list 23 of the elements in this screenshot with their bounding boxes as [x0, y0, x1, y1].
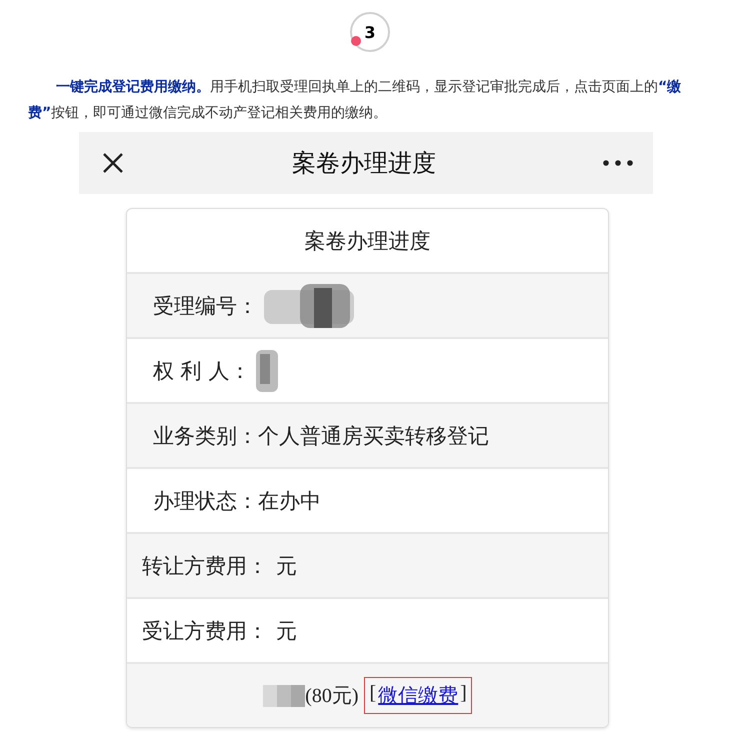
fee-amount: (80元): [305, 684, 358, 709]
field-label: 业务类别：: [153, 422, 258, 450]
more-icon[interactable]: [603, 160, 633, 166]
field-label: 受理编号：: [153, 292, 258, 320]
step-number: 3: [364, 22, 376, 42]
card-title: 案卷办理进度: [304, 228, 430, 254]
field-label: 受让方费用：: [142, 618, 268, 644]
redaction-mark: [256, 350, 278, 392]
close-icon[interactable]: [101, 151, 125, 175]
redaction-mark: [263, 684, 306, 706]
field-value: 元: [276, 618, 297, 644]
bracket-text: [: [369, 682, 376, 706]
intro-paragraph: 一键完成登记费用缴纳。用手机扫取受理回执单上的二维码，显示登记审批完成后，点击页面上的“缴费”按钮，即可通过微信完成不动产登记相关费用的缴纳。: [28, 78, 682, 123]
field-value: 在办中: [258, 488, 321, 514]
field-label: 办理状态：: [153, 488, 258, 514]
field-label: 转让方费用：: [142, 552, 268, 580]
dot-icon: [351, 36, 361, 46]
pay-link[interactable]: 微信缴费: [378, 682, 458, 709]
field-label: 权 利 人：: [153, 358, 250, 384]
field-value: 元: [276, 552, 297, 580]
header-title: 案卷办理进度: [292, 148, 436, 179]
field-value: 个人普通房买卖转移登记: [258, 422, 489, 450]
bracket-text: ]: [460, 682, 467, 706]
